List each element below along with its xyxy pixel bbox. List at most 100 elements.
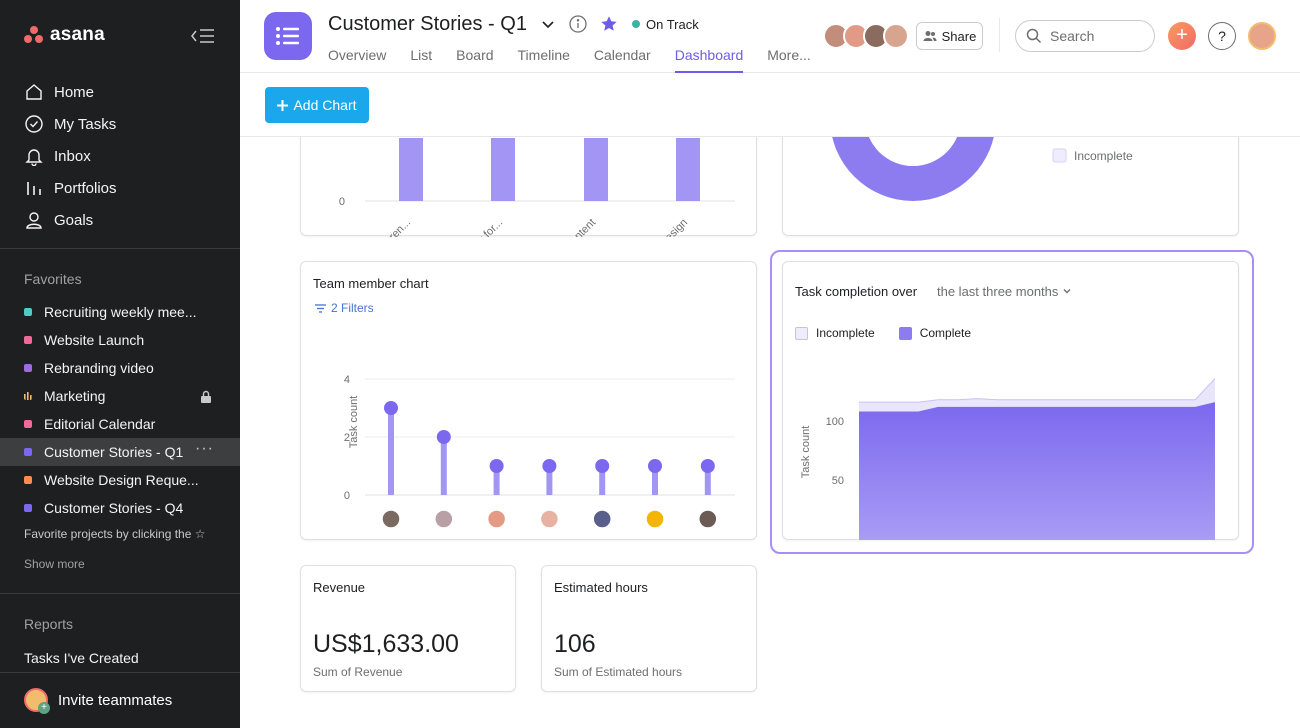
tab-board[interactable]: Board <box>456 47 493 73</box>
estimated-hours-card[interactable]: Estimated hours 106 Sum of Estimated hou… <box>541 565 757 692</box>
favorite-item[interactable]: Website Design Reque... <box>0 466 240 494</box>
legend-swatch-incomplete <box>1052 148 1067 163</box>
search-placeholder: Search <box>1050 28 1095 44</box>
y-tick-label: 100 <box>826 416 844 428</box>
project-color-dot <box>24 476 32 484</box>
favorite-label: Website Design Reque... <box>44 472 199 488</box>
bar[interactable] <box>491 138 515 201</box>
plus-icon <box>277 99 289 111</box>
lollipop-point <box>489 459 504 473</box>
sidebar: asana Home My Tasks Inbox Portfolios Goa… <box>0 0 240 728</box>
member-avatar <box>486 509 507 529</box>
hours-value: 106 <box>554 630 596 658</box>
tab-overview[interactable]: Overview <box>328 47 386 73</box>
team-member-chart-card[interactable]: Team member chart 2 Filters Task count 0… <box>300 261 757 540</box>
collapse-sidebar-icon[interactable] <box>190 26 216 46</box>
asana-logo[interactable]: asana <box>24 24 105 46</box>
check-circle-icon <box>25 115 43 133</box>
tab-more[interactable]: More... <box>767 47 811 73</box>
favorite-label: Website Launch <box>44 332 145 348</box>
project-color-dot <box>24 420 32 428</box>
chevron-down-icon[interactable] <box>540 16 556 32</box>
reports-item-tasks-created[interactable]: Tasks I've Created <box>24 650 139 666</box>
search-input[interactable]: Search <box>1015 20 1155 52</box>
y-axis-label: Task count <box>800 426 812 479</box>
bar[interactable] <box>399 138 423 201</box>
title-controls: On Track <box>540 14 699 34</box>
lollipop-point <box>700 459 715 473</box>
tab-timeline[interactable]: Timeline <box>518 47 570 73</box>
share-button[interactable]: Share <box>916 22 983 50</box>
favorite-item[interactable]: Rebranding video <box>0 354 240 382</box>
sidebar-item-inbox[interactable]: Inbox <box>24 140 224 172</box>
sidebar-item-label: Inbox <box>54 147 91 165</box>
partial-bar-chart: 0 Recurren... New for... Content Design <box>339 138 735 264</box>
sidebar-item-portfolios[interactable]: Portfolios <box>24 172 224 204</box>
card-title: Revenue <box>313 580 366 595</box>
lollipop-point <box>384 401 398 415</box>
project-color-dot <box>24 308 32 316</box>
member-avatar <box>381 509 401 529</box>
favorite-item[interactable]: Customer Stories - Q4 <box>0 494 240 522</box>
info-icon[interactable] <box>568 14 588 34</box>
y-tick-label: 4 <box>344 374 350 386</box>
favorites-hint: Favorite projects by clicking the ☆ <box>24 527 206 541</box>
member-avatar <box>698 509 718 529</box>
quick-add-button[interactable]: + <box>1168 22 1196 50</box>
bar[interactable] <box>584 138 608 201</box>
add-chart-label: Add Chart <box>293 97 357 113</box>
tab-list[interactable]: List <box>410 47 432 73</box>
lollipop-point <box>542 459 557 473</box>
project-header: Customer Stories - Q1 On Track Overview … <box>240 0 1300 73</box>
tab-calendar[interactable]: Calendar <box>594 47 651 73</box>
legend-label: Incomplete <box>1074 149 1133 163</box>
show-more-link[interactable]: Show more <box>24 557 85 571</box>
project-members[interactable] <box>823 23 909 49</box>
x-tick-label: Recurren... <box>366 217 413 237</box>
sidebar-item-label: Goals <box>54 211 94 229</box>
more-options-icon[interactable]: ··· <box>195 441 214 457</box>
home-icon <box>26 84 42 100</box>
help-button[interactable]: ? <box>1208 22 1236 50</box>
sidebar-item-my-tasks[interactable]: My Tasks <box>24 108 224 140</box>
people-icon <box>923 31 937 41</box>
project-color-dot <box>24 336 32 344</box>
favorite-item[interactable]: Marketing <box>0 382 240 410</box>
favorite-item[interactable]: Editorial Calendar <box>0 410 240 438</box>
donut-segment[interactable] <box>830 137 996 201</box>
favorite-item[interactable]: Recruiting weekly mee... <box>0 298 240 326</box>
chart-card-top-left[interactable]: 0 Recurren... New for... Content Design <box>300 137 757 264</box>
lollipop-point <box>648 459 662 473</box>
lollipop-point <box>595 459 610 473</box>
task-completion-chart-card[interactable]: Task completion over the last three mont… <box>782 261 1239 540</box>
member-avatar <box>645 509 665 529</box>
favorite-item-active[interactable]: Customer Stories - Q1 ··· <box>0 438 240 466</box>
chart-card-top-right[interactable]: Incomplete <box>782 137 1239 236</box>
y-tick-label: 2 <box>344 432 350 444</box>
invite-teammates-button[interactable]: + Invite teammates <box>24 688 173 714</box>
invite-label: Invite teammates <box>58 691 173 709</box>
bell-icon <box>25 149 43 166</box>
bar[interactable] <box>676 138 700 201</box>
project-list-icon[interactable] <box>264 12 312 60</box>
x-tick-label: Content <box>562 217 598 237</box>
project-status[interactable]: On Track <box>632 17 699 32</box>
add-chart-button[interactable]: Add Chart <box>265 87 369 123</box>
share-label: Share <box>941 28 977 44</box>
revenue-card[interactable]: Revenue US$1,633.00 Sum of Revenue <box>300 565 516 692</box>
project-color-dot <box>24 364 32 372</box>
sidebar-item-home[interactable]: Home <box>24 76 224 108</box>
revenue-value: US$1,633.00 <box>313 630 459 658</box>
team-member-lollipop-chart: Task count 0 2 4 <box>344 374 735 529</box>
favorite-item[interactable]: Website Launch <box>0 326 240 354</box>
favorite-label: Recruiting weekly mee... <box>44 304 197 320</box>
favorites-list: Recruiting weekly mee... Website Launch … <box>0 298 240 522</box>
lollipop-stem <box>440 437 447 495</box>
member-avatar <box>592 509 612 529</box>
star-icon[interactable] <box>600 15 618 33</box>
tab-dashboard[interactable]: Dashboard <box>674 47 744 73</box>
user-avatar[interactable] <box>1248 22 1276 50</box>
sidebar-item-goals[interactable]: Goals <box>24 204 224 236</box>
header-divider <box>999 18 1000 52</box>
y-tick-label: 0 <box>339 196 345 208</box>
